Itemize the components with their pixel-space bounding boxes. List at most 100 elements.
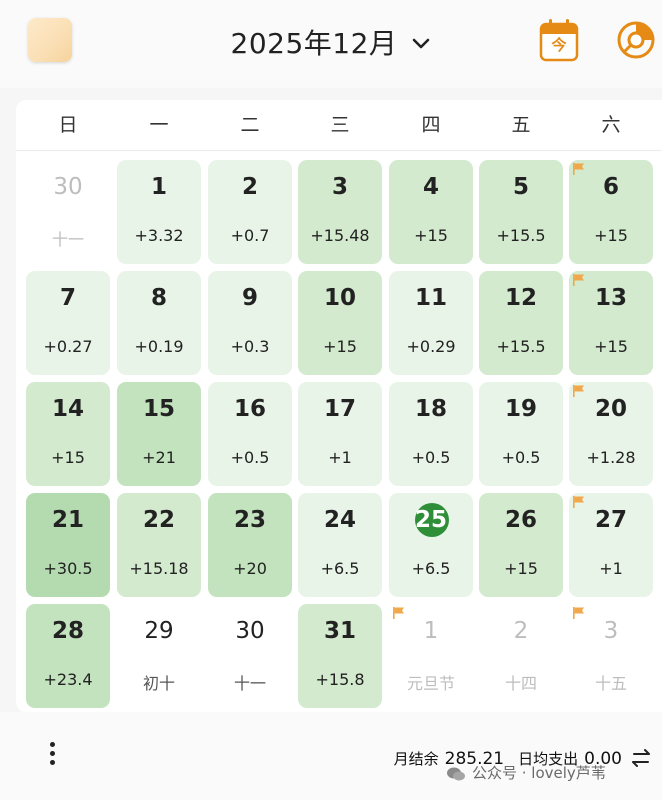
day-number: 23 (233, 507, 266, 533)
day-number: 30 (53, 174, 83, 200)
day-amount: +15.48 (310, 226, 370, 245)
day-number: 28 (51, 618, 84, 644)
weekday-label: 二 (240, 114, 260, 136)
day-cell[interactable]: 20 +1.28 (569, 382, 653, 486)
today-button[interactable]: 今 (539, 18, 579, 62)
day-amount: +0.5 (501, 448, 541, 467)
day-number: 25 (414, 507, 447, 533)
day-amount: +21 (142, 448, 176, 467)
day-amount: +20 (233, 559, 267, 578)
weekday-label: 六 (601, 114, 621, 136)
day-amount: +15 (504, 559, 538, 578)
day-cell[interactable]: 31 +15.8 (298, 604, 382, 708)
day-cell[interactable]: 25 +6.5 (389, 493, 473, 597)
day-amount: +0.29 (406, 337, 456, 356)
day-number: 22 (142, 507, 175, 533)
more-options-icon[interactable] (44, 742, 60, 774)
day-lunar-label: 十四 (504, 674, 537, 693)
day-amount: +15 (51, 448, 85, 467)
wechat-icon (447, 767, 465, 780)
day-cell[interactable]: 16 +0.5 (208, 382, 292, 486)
day-number: 3 (603, 618, 619, 644)
balance-label: 月结余 (393, 750, 439, 768)
day-cell[interactable]: 10 +15 (298, 271, 382, 375)
day-cell[interactable]: 2 十四 (479, 604, 563, 708)
watermark: 公众号 · lovely芦苇 (446, 762, 606, 783)
day-cell[interactable]: 21 +30.5 (26, 493, 110, 597)
day-cell[interactable]: 22 +15.18 (117, 493, 201, 597)
day-amount: +0.7 (230, 226, 270, 245)
weekday-header: 日 一 二 三 四 五 六 (16, 100, 662, 150)
day-number: 11 (414, 285, 447, 311)
day-cell[interactable]: 3 十五 (569, 604, 653, 708)
day-number: 17 (323, 396, 356, 422)
divider (16, 150, 662, 151)
chevron-down-icon (413, 38, 430, 49)
day-number: 26 (504, 507, 537, 533)
day-amount: +0.27 (43, 337, 93, 356)
day-cell[interactable]: 18 +0.5 (389, 382, 473, 486)
day-amount: +15 (594, 226, 628, 245)
day-number: 21 (51, 507, 84, 533)
pie-chart-icon (617, 21, 655, 59)
today-label: 今 (551, 36, 567, 54)
day-number: 18 (414, 396, 447, 422)
weekday-label: 五 (511, 114, 531, 136)
watermark-text: 公众号 · lovely芦苇 (472, 764, 606, 782)
day-lunar-label: 十五 (594, 674, 627, 693)
day-cell[interactable]: 8 +0.19 (117, 271, 201, 375)
day-cell[interactable]: 24 +6.5 (298, 493, 382, 597)
day-amount: +23.4 (43, 670, 93, 689)
day-cell[interactable]: 5 +15.5 (479, 160, 563, 264)
weekday-label: 四 (421, 114, 441, 136)
day-cell[interactable]: 2 +0.7 (208, 160, 292, 264)
day-number: 20 (594, 396, 627, 422)
top-bar: 2025年12月 今 (0, 0, 662, 88)
day-amount: +15 (323, 337, 357, 356)
day-amount: +6.5 (411, 559, 451, 578)
day-lunar-label: 初十 (142, 674, 175, 693)
day-lunar-label: 十一 (51, 230, 84, 249)
day-number: 31 (323, 618, 356, 644)
day-cell[interactable]: 30 十一 (26, 160, 110, 264)
day-number: 12 (504, 285, 537, 311)
day-number: 10 (323, 285, 356, 311)
day-cell[interactable]: 29 初十 (117, 604, 201, 708)
day-cell[interactable]: 30 十一 (208, 604, 292, 708)
day-amount: +1.28 (586, 448, 636, 467)
day-cell[interactable]: 15 +21 (117, 382, 201, 486)
day-amount: +30.5 (43, 559, 93, 578)
day-cell[interactable]: 17 +1 (298, 382, 382, 486)
statistics-button[interactable] (614, 18, 658, 62)
day-cell[interactable]: 14 +15 (26, 382, 110, 486)
day-number: 13 (594, 285, 627, 311)
day-cell[interactable]: 3 +15.48 (298, 160, 382, 264)
day-amount: +0.19 (134, 337, 184, 356)
day-lunar-label: 十一 (233, 674, 266, 693)
day-cell[interactable]: 9 +0.3 (208, 271, 292, 375)
day-number: 19 (504, 396, 537, 422)
day-number: 2 (241, 174, 258, 200)
day-cell[interactable]: 4 +15 (389, 160, 473, 264)
day-cell[interactable]: 19 +0.5 (479, 382, 563, 486)
day-number: 8 (150, 285, 167, 311)
day-cell[interactable]: 13 +15 (569, 271, 653, 375)
day-cell[interactable]: 26 +15 (479, 493, 563, 597)
day-lunar-label: 元旦节 (406, 674, 455, 693)
day-cell[interactable]: 27 +1 (569, 493, 653, 597)
day-cell[interactable]: 11 +0.29 (389, 271, 473, 375)
day-cell[interactable]: 23 +20 (208, 493, 292, 597)
day-cell[interactable]: 1 元旦节 (389, 604, 473, 708)
day-amount: +1 (599, 559, 623, 578)
day-cell[interactable]: 12 +15.5 (479, 271, 563, 375)
day-amount: +15.5 (496, 337, 546, 356)
day-number: 27 (594, 507, 627, 533)
day-cell[interactable]: 28 +23.4 (26, 604, 110, 708)
swap-icon[interactable] (630, 748, 652, 768)
day-amount: +15.18 (129, 559, 189, 578)
day-number: 30 (235, 618, 265, 644)
day-cell[interactable]: 6 +15 (569, 160, 653, 264)
day-cell[interactable]: 7 +0.27 (26, 271, 110, 375)
month-title[interactable]: 2025年12月 (231, 22, 398, 62)
day-cell[interactable]: 1 +3.32 (117, 160, 201, 264)
